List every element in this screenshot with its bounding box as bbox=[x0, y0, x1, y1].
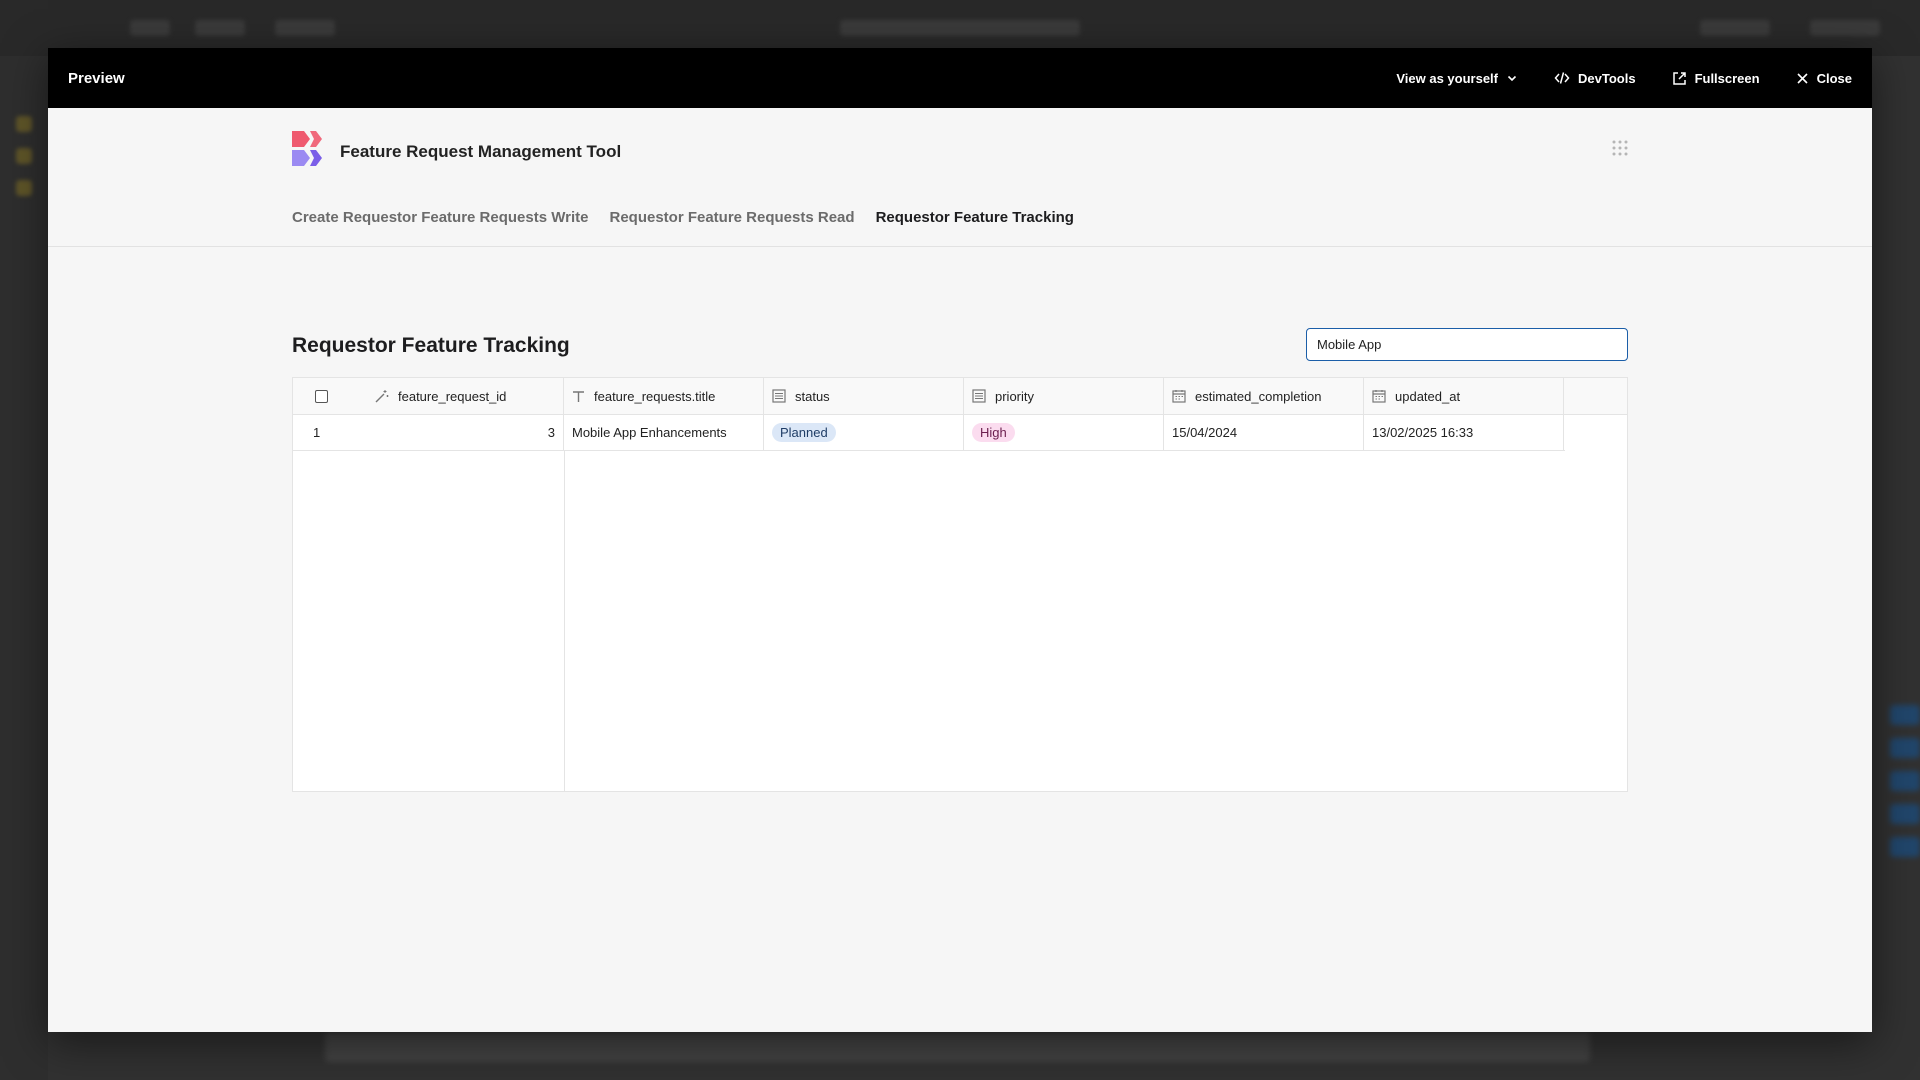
page-title: Requestor Feature Tracking bbox=[292, 334, 570, 357]
modal-title: Preview bbox=[68, 69, 125, 87]
column-header-estimated-completion[interactable]: estimated_completion bbox=[1164, 378, 1364, 414]
close-label: Close bbox=[1816, 70, 1852, 86]
external-link-icon bbox=[1672, 71, 1687, 86]
column-header-status[interactable]: status bbox=[764, 378, 964, 414]
column-header-priority[interactable]: priority bbox=[964, 378, 1164, 414]
search-input[interactable] bbox=[1306, 328, 1628, 361]
column-divider bbox=[564, 451, 565, 791]
modal-header: Preview View as yourself DevTools Fullsc… bbox=[48, 48, 1872, 108]
text-type-icon bbox=[572, 390, 585, 403]
select-type-icon bbox=[772, 389, 786, 403]
view-as-dropdown[interactable]: View as yourself bbox=[1396, 71, 1518, 86]
column-header-title[interactable]: feature_requests.title bbox=[564, 378, 764, 414]
select-all-cell bbox=[293, 378, 350, 414]
calendar-icon bbox=[1372, 389, 1386, 403]
column-header-updated-at[interactable]: updated_at bbox=[1364, 378, 1564, 414]
status-badge: Planned bbox=[772, 423, 836, 442]
table-header: feature_request_id feature_requests.titl… bbox=[293, 378, 1627, 415]
column-header-label: estimated_completion bbox=[1195, 388, 1322, 404]
column-header-label: feature_request_id bbox=[398, 388, 507, 404]
cell-updated-at[interactable]: 13/02/2025 16:33 bbox=[1364, 415, 1564, 450]
data-table: feature_request_id feature_requests.titl… bbox=[292, 377, 1628, 792]
code-icon bbox=[1554, 71, 1570, 85]
close-button[interactable]: Close bbox=[1796, 71, 1852, 86]
cell-priority[interactable]: High bbox=[964, 415, 1164, 450]
priority-badge: High bbox=[972, 423, 1015, 442]
cell-estimated-completion[interactable]: 15/04/2024 bbox=[1164, 415, 1364, 450]
chevron-down-icon bbox=[1506, 72, 1518, 84]
column-header-label: priority bbox=[995, 388, 1035, 404]
nav-item-requests-read[interactable]: Requestor Feature Requests Read bbox=[609, 209, 854, 226]
devtools-label: DevTools bbox=[1578, 70, 1636, 86]
table-row[interactable]: 1 3 Mobile App Enhancements Planned High… bbox=[293, 415, 1565, 451]
fullscreen-label: Fullscreen bbox=[1694, 70, 1760, 86]
view-as-label: View as yourself bbox=[1396, 70, 1498, 86]
app-title: Feature Request Management Tool bbox=[340, 141, 622, 161]
table-body: 1 3 Mobile App Enhancements Planned High… bbox=[293, 415, 1627, 791]
nav-item-create-requests[interactable]: Create Requestor Feature Requests Write bbox=[292, 209, 588, 226]
apps-grid-icon[interactable] bbox=[1612, 140, 1628, 161]
preview-modal: Preview View as yourself DevTools Fullsc… bbox=[48, 48, 1872, 1032]
cell-feature-request-id[interactable]: 3 bbox=[350, 415, 564, 450]
app-header: Feature Request Management Tool Create R… bbox=[48, 108, 1872, 247]
app-logo-icon bbox=[292, 131, 328, 172]
cell-status[interactable]: Planned bbox=[764, 415, 964, 450]
column-header-label: updated_at bbox=[1395, 388, 1461, 404]
cell-title[interactable]: Mobile App Enhancements bbox=[564, 415, 764, 450]
column-header-label: feature_requests.title bbox=[594, 388, 716, 404]
column-header-id[interactable]: feature_request_id bbox=[350, 378, 564, 414]
devtools-button[interactable]: DevTools bbox=[1554, 71, 1636, 86]
close-icon bbox=[1796, 72, 1809, 85]
calendar-icon bbox=[1172, 389, 1186, 403]
nav-item-feature-tracking[interactable]: Requestor Feature Tracking bbox=[876, 209, 1074, 226]
brand: Feature Request Management Tool bbox=[292, 131, 621, 172]
column-header-label: status bbox=[795, 388, 830, 404]
row-index: 1 bbox=[313, 425, 321, 440]
magic-wand-icon bbox=[374, 389, 389, 404]
fullscreen-button[interactable]: Fullscreen bbox=[1672, 71, 1760, 86]
select-all-checkbox[interactable] bbox=[315, 389, 328, 403]
page-nav: Create Requestor Feature Requests Write … bbox=[292, 209, 1074, 226]
select-type-icon bbox=[972, 389, 986, 403]
